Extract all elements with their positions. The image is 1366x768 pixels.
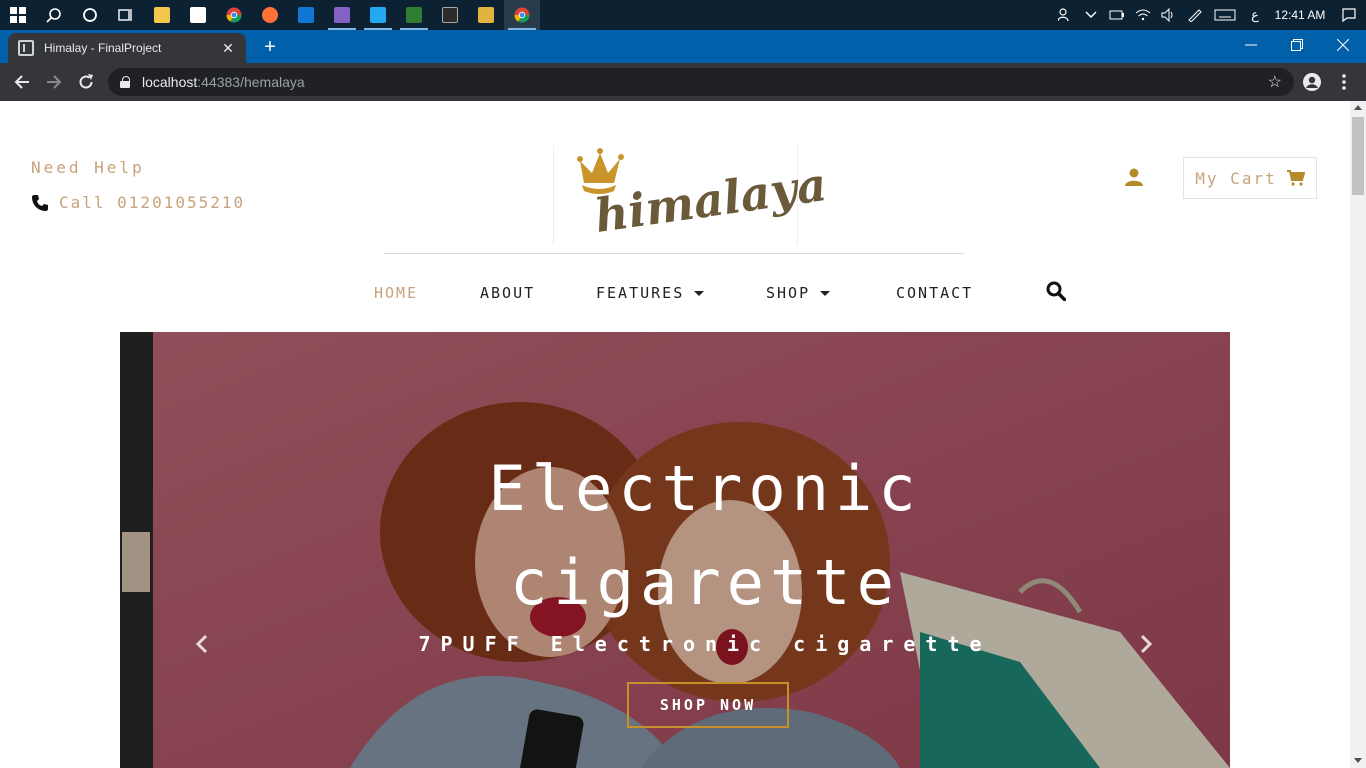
clapperboard-icon[interactable] (396, 0, 432, 30)
new-tab-button[interactable]: + (258, 33, 282, 61)
hero-subtitle: 7PUFF Electronic cigarette (418, 632, 992, 656)
task-view-icon[interactable] (108, 0, 144, 30)
bookmark-star-icon[interactable]: ☆ (1268, 72, 1282, 92)
call-number: Call 01201055210 (59, 193, 246, 212)
nav-features[interactable]: FEATURES (596, 284, 705, 302)
close-window-icon[interactable] (1320, 30, 1366, 60)
volume-icon[interactable] (1156, 0, 1182, 30)
keyboard-icon[interactable] (1208, 0, 1242, 30)
header-divider (384, 253, 964, 254)
clock[interactable]: 12:41 AM (1268, 8, 1332, 22)
nav-about[interactable]: ABOUT (480, 284, 535, 302)
notifications-icon[interactable] (1332, 0, 1366, 30)
tab-close-icon[interactable]: ✕ (220, 40, 236, 57)
windows-start-icon[interactable] (0, 0, 36, 30)
nav-shop-label: SHOP (766, 284, 811, 302)
hero-title-line-2: cigarette (510, 546, 900, 619)
reload-icon[interactable] (71, 67, 101, 97)
url-path: :44383/hemalaya (197, 74, 305, 90)
page-icon (18, 40, 34, 56)
nav-contact[interactable]: CONTACT (896, 284, 973, 302)
lock-icon[interactable] (120, 76, 130, 88)
phone-icon (32, 194, 48, 211)
people-icon[interactable] (1052, 0, 1078, 30)
nav-shop[interactable]: SHOP (766, 284, 831, 302)
shopping-cart-icon (1286, 170, 1305, 186)
scroll-down-arrow-icon[interactable] (1354, 758, 1362, 763)
need-help-text: Need Help (31, 158, 145, 177)
user-icon[interactable] (1124, 167, 1144, 187)
vscode-icon[interactable] (360, 0, 396, 30)
dropdown-caret-icon (820, 290, 831, 296)
cortana-icon[interactable] (72, 0, 108, 30)
search-icon[interactable] (1046, 281, 1066, 301)
restore-icon[interactable] (1274, 30, 1320, 60)
address-bar[interactable]: localhost:44383/hemalaya ☆ (108, 68, 1294, 96)
scroll-up-arrow-icon[interactable] (1354, 105, 1362, 110)
page-viewport: Need Help Call 01201055210 himalaya My C… (0, 101, 1350, 768)
nav-home-label: HOME (374, 284, 419, 302)
menu-kebab-icon[interactable] (1329, 67, 1359, 97)
cart-label: My Cart (1195, 168, 1277, 188)
mail-icon[interactable] (288, 0, 324, 30)
sql-icon[interactable] (468, 0, 504, 30)
chrome-active-icon[interactable] (504, 0, 540, 30)
browser-tab-strip: Himalay - FinalProject ✕ + (0, 30, 1366, 63)
chrome-icon[interactable] (216, 0, 252, 30)
system-tray: ع 12:41 AM (1052, 0, 1366, 30)
pen-icon[interactable] (1182, 0, 1208, 30)
battery-icon[interactable] (1104, 0, 1130, 30)
nav-home[interactable]: HOME (374, 284, 418, 302)
language-indicator[interactable]: ع (1242, 0, 1268, 30)
browser-toolbar: localhost:44383/hemalaya ☆ (0, 63, 1366, 101)
wifi-icon[interactable] (1130, 0, 1156, 30)
url-host: localhost (142, 74, 198, 90)
scrollbar-thumb[interactable] (1352, 117, 1364, 195)
search-icon[interactable] (36, 0, 72, 30)
file-explorer-icon[interactable] (144, 0, 180, 30)
hero-carousel[interactable]: Electronic cigarette 7PUFF Electronic ci… (120, 332, 1230, 768)
git-icon[interactable] (432, 0, 468, 30)
call-link[interactable]: Call 01201055210 (31, 193, 245, 212)
profile-icon[interactable] (1297, 67, 1327, 97)
visual-studio-icon[interactable] (324, 0, 360, 30)
store-icon[interactable] (180, 0, 216, 30)
firefox-icon[interactable] (252, 0, 288, 30)
my-cart-button[interactable]: My Cart (1183, 157, 1317, 199)
hero-title-line-1: Electronic (488, 452, 922, 525)
nav-features-label: FEATURES (596, 284, 685, 302)
windows-taskbar: ع 12:41 AM (0, 0, 1366, 30)
dropdown-caret-icon (694, 290, 705, 296)
brand-logo[interactable]: himalaya (553, 145, 830, 245)
nav-about-label: ABOUT (480, 284, 536, 302)
shop-now-button[interactable]: SHOP NOW (627, 682, 789, 728)
minimize-icon[interactable] (1228, 30, 1274, 60)
nav-contact-label: CONTACT (896, 284, 974, 302)
browser-tab[interactable]: Himalay - FinalProject ✕ (8, 33, 246, 63)
chevron-up-icon[interactable] (1078, 0, 1104, 30)
hero-title: Electronic cigarette (275, 442, 1135, 630)
page-scrollbar[interactable] (1350, 101, 1366, 768)
back-arrow-icon[interactable] (7, 67, 37, 97)
forward-arrow-icon[interactable] (39, 67, 69, 97)
carousel-prev-icon[interactable] (190, 632, 214, 656)
carousel-next-icon[interactable] (1134, 632, 1158, 656)
tab-title: Himalay - FinalProject (44, 41, 162, 55)
